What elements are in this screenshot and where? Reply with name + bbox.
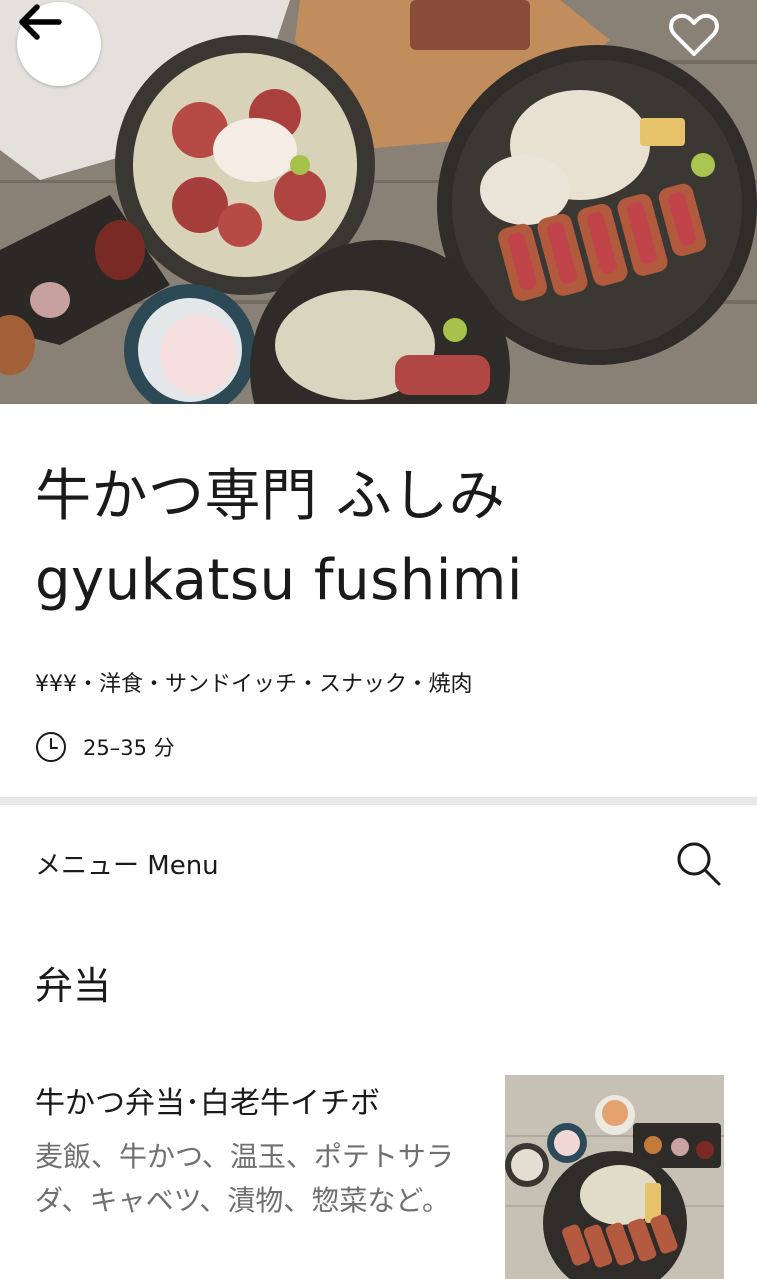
hero-food-photo (0, 0, 757, 404)
menu-item-description: 麦飯、牛かつ、温玉、ポテトサラダ、キャベツ、漬物、惣菜など。 (35, 1140, 454, 1217)
menu-item-name: 牛かつ弁当･白老牛イチボ (35, 1086, 380, 1121)
delivery-time-text: 25–35 分 (83, 736, 175, 760)
section-title-bento: 弁当 (35, 964, 112, 1008)
store-categories: ¥¥¥・洋食・サンドイッチ・スナック・焼肉 (35, 672, 473, 697)
store-name-ja: 牛かつ専門 ふしみ (35, 464, 506, 529)
menu-item-image (505, 1075, 724, 1279)
favorite-button[interactable] (668, 12, 728, 72)
delivery-time: 25–35 分 (35, 730, 175, 764)
back-button[interactable] (17, 2, 101, 86)
search-icon (677, 842, 721, 886)
store-title: 牛かつ専門 ふしみ gyukatsu fushimi (35, 455, 725, 623)
clock-icon (36, 732, 66, 762)
menu-item[interactable]: 牛かつ弁当･白老牛イチボ 麦飯、牛かつ、温玉、ポテトサラダ、キャベツ、漬物、惣菜… (0, 1060, 757, 1279)
hero-image (0, 0, 757, 404)
bento-photo (505, 1075, 724, 1279)
menu-search-button[interactable] (670, 835, 726, 891)
heart-outline-icon (669, 13, 719, 56)
arrow-left-icon (19, 4, 62, 40)
store-name-en: gyukatsu fushimi (35, 548, 523, 613)
section-divider (0, 797, 757, 805)
menu-header: メニュー Menu (35, 851, 219, 881)
